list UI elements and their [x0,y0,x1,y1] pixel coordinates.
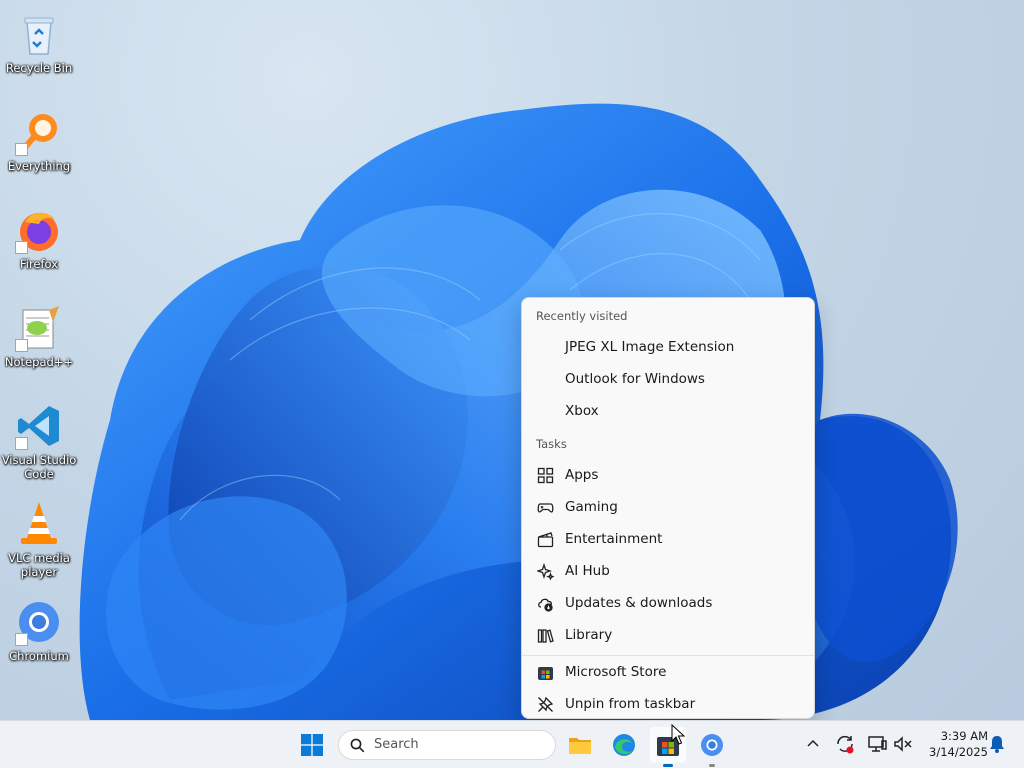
desktop-icon-vscode[interactable]: Visual Studio Code [0,398,78,488]
taskbar-file-explorer[interactable] [562,727,598,763]
shortcut-arrow-icon [15,339,28,352]
desktop-wallpaper [79,103,958,720]
chromium-icon [15,598,63,646]
task-gaming[interactable]: Gaming [528,492,808,522]
clapperboard-icon [537,531,554,548]
network-icon[interactable] [866,733,888,755]
shortcut-arrow-icon [15,633,28,646]
notification-bell-icon[interactable] [986,733,1008,755]
task-ai-hub[interactable]: AI Hub [528,556,808,586]
desktop-icon-label: Chromium [9,649,69,663]
desktop-icon-notepadpp[interactable]: Notepad++ [0,300,78,390]
desktop-icon-label: Recycle Bin [5,61,73,75]
start-icon [301,734,323,756]
unpin-from-taskbar[interactable]: Unpin from taskbar [528,689,808,719]
firefox-icon [15,206,63,254]
search-placeholder: Search [374,737,419,752]
desktop-icon-everything[interactable]: Everything [0,104,78,194]
recent-item-label: Xbox [565,403,599,419]
notepadpp-icon [15,304,63,352]
recent-item-outlook[interactable]: Outlook for Windows [528,364,808,394]
recycle-bin-icon [15,10,63,58]
desktop-icon-chromium[interactable]: Chromium [0,594,78,684]
recent-item-label: JPEG XL Image Extension [565,339,735,355]
recent-item-xbox[interactable]: Xbox [528,396,808,426]
open-microsoft-store[interactable]: Microsoft Store [528,657,808,687]
running-indicator [663,764,673,767]
recently-visited-header: Recently visited [536,309,628,323]
sync-status-icon[interactable] [834,733,856,755]
desktop-icon-label: Everything [7,159,71,173]
microsoft-store-icon [537,664,554,681]
vscode-icon [15,402,63,450]
desktop-icon-vlc[interactable]: VLC media player [0,496,78,586]
show-hidden-icons-chevron-icon[interactable] [802,733,824,755]
start-button[interactable] [294,727,330,763]
taskbar-search-box[interactable]: Search [338,730,556,760]
desktop-icon-label: Visual Studio Code [1,453,77,481]
taskbar-chromium[interactable] [694,727,730,767]
vlc-icon [15,500,63,548]
task-label: Updates & downloads [565,595,713,611]
volume-muted-icon[interactable] [892,733,914,755]
sparkle-icon [535,562,555,581]
gamepad-icon [537,499,554,516]
desktop-icon-label: VLC media player [8,551,70,579]
desktop-icon-recycle-bin[interactable]: Recycle Bin [0,6,78,96]
pinned-label: Unpin from taskbar [565,696,696,712]
search-icon [350,738,365,753]
task-label: Apps [565,467,599,483]
task-label: Library [565,627,613,643]
clock-date: 3/14/2025 [929,745,988,759]
taskbar-clock[interactable]: 3:39 AM 3/14/2025 [920,728,988,760]
tasks-header: Tasks [536,437,567,451]
task-updates-downloads[interactable]: Updates & downloads [528,588,808,618]
task-entertainment[interactable]: Entertainment [528,524,808,554]
library-books-icon [537,627,554,644]
task-label: Entertainment [565,531,663,547]
taskbar: Search 3:39 AM 3/14/2025 [0,720,1024,768]
everything-search-icon [15,108,63,156]
recent-item-label: Outlook for Windows [565,371,705,387]
shortcut-arrow-icon [15,241,28,254]
apps-grid-icon [537,467,554,484]
desktop-icon-firefox[interactable]: Firefox [0,202,78,292]
task-label: AI Hub [565,563,610,579]
pinned-label: Microsoft Store [565,664,667,680]
mouse-cursor-icon [671,724,685,745]
task-label: Gaming [565,499,618,515]
task-apps[interactable]: Apps [528,460,808,490]
taskbar-jump-list: Recently visited JPEG XL Image Extension… [521,297,815,719]
cloud-download-icon [537,595,554,612]
task-library[interactable]: Library [528,620,808,650]
jump-list-separator [522,655,814,656]
chromium-icon [701,734,723,756]
unpin-icon [537,696,554,713]
edge-icon [613,734,635,756]
file-explorer-icon [569,738,591,754]
shortcut-arrow-icon [15,437,28,450]
recent-item-jpeg-xl[interactable]: JPEG XL Image Extension [528,332,808,362]
running-indicator [709,764,715,767]
shortcut-arrow-icon [15,143,28,156]
desktop-icon-label: Notepad++ [4,355,74,369]
desktop-icon-label: Firefox [19,257,59,271]
clock-time: 3:39 AM [940,729,988,743]
taskbar-edge[interactable] [606,727,642,763]
